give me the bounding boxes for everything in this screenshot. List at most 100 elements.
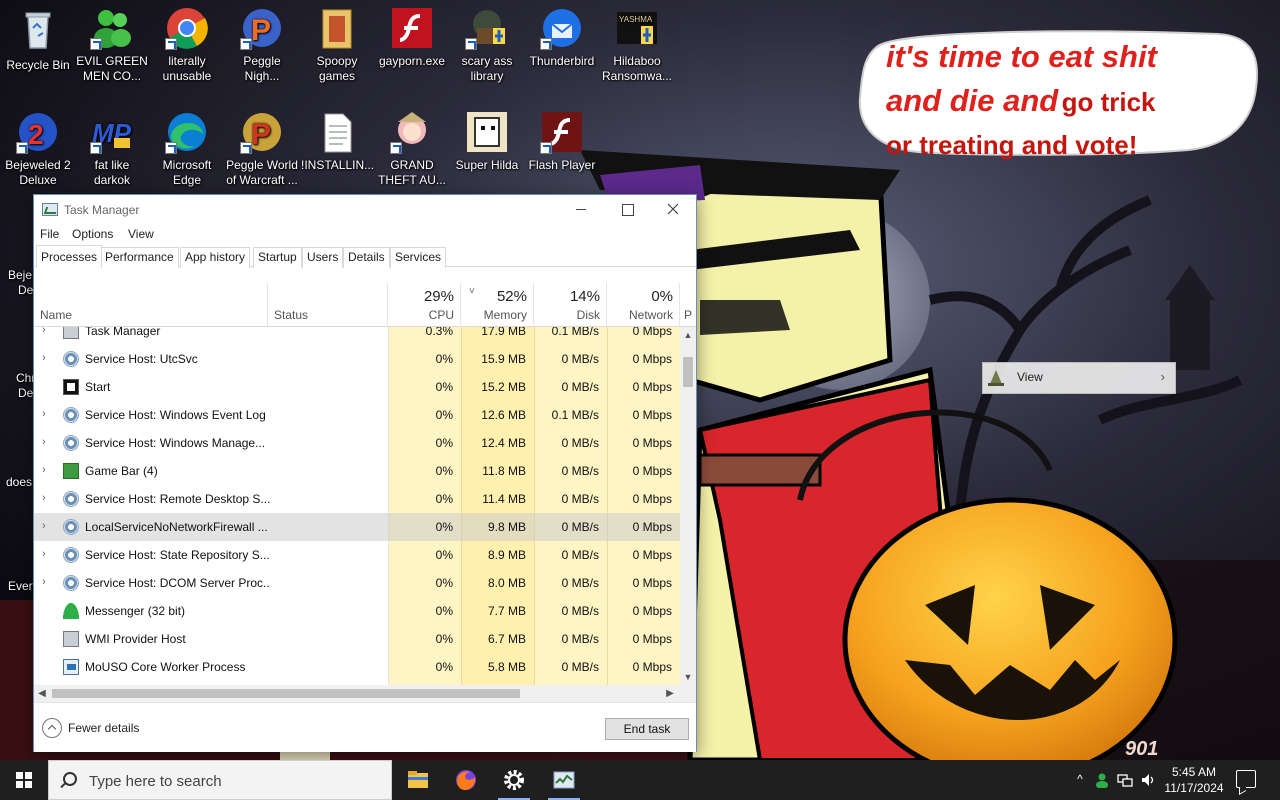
column-name[interactable]: Name bbox=[34, 283, 268, 327]
tab-performance[interactable]: Performance bbox=[100, 247, 179, 268]
table-row[interactable]: MoUSO Core Worker Process 0% 5.8 MB 0 MB/s 0… bbox=[34, 653, 680, 681]
desktop-icon-flash-player[interactable]: Flash Player bbox=[524, 104, 600, 173]
desktop-icon-grand-theft-auto[interactable]: GRAND THEFT AU... bbox=[374, 104, 450, 188]
scroll-up-arrow-icon[interactable]: ▲ bbox=[680, 327, 696, 343]
expand-chevron-icon[interactable]: › bbox=[42, 327, 46, 336]
expand-chevron-icon[interactable]: › bbox=[42, 548, 46, 560]
desktop-icon-gayporn-exe[interactable]: gayporn.exe bbox=[374, 0, 450, 69]
table-row[interactable]: › Service Host: State Repository S... 0% 8.… bbox=[34, 541, 680, 569]
expand-chevron-icon[interactable]: › bbox=[42, 520, 46, 532]
expand-chevron-icon[interactable]: › bbox=[42, 352, 46, 364]
column-status[interactable]: Status bbox=[268, 283, 388, 327]
expand-chevron-icon[interactable]: › bbox=[42, 492, 46, 504]
desktop-icon-scary-ass-library[interactable]: scary ass library bbox=[449, 0, 525, 84]
scroll-left-arrow-icon[interactable]: ◀ bbox=[34, 685, 50, 702]
scroll-right-arrow-icon[interactable]: ▶ bbox=[662, 685, 678, 702]
desktop-icon-peggle-nights[interactable]: P Peggle Nigh... bbox=[224, 0, 300, 84]
table-row[interactable]: › Task Manager 0.3% 17.9 MB 0.1 MB/s 0 Mbps bbox=[34, 327, 680, 345]
column-cpu[interactable]: 29% CPU bbox=[388, 283, 461, 327]
table-row[interactable]: › Service Host: Windows Event Log 0% 12.6 M… bbox=[34, 401, 680, 429]
table-row[interactable]: › Service Host: Remote Desktop S... 0% 11.4… bbox=[34, 485, 680, 513]
menu-bar: File Options View bbox=[34, 223, 696, 245]
desktop-icon-recycle-bin[interactable]: Recycle Bin bbox=[0, 0, 76, 73]
tab-startup[interactable]: Startup bbox=[253, 247, 302, 268]
tab-processes[interactable]: Processes bbox=[36, 245, 103, 268]
messenger-tray-icon[interactable] bbox=[1094, 772, 1110, 788]
bubble-line-3: or treating and vote! bbox=[886, 130, 1138, 160]
end-task-button[interactable]: End task bbox=[605, 718, 689, 740]
horizontal-scroll-thumb[interactable] bbox=[52, 689, 520, 698]
desktop-icon-spoopy-games[interactable]: Spoopy games bbox=[299, 0, 375, 84]
menu-view[interactable]: View bbox=[128, 227, 154, 241]
maximize-button[interactable] bbox=[604, 195, 650, 223]
taskbar-settings[interactable] bbox=[490, 760, 538, 800]
tab-details[interactable]: Details bbox=[343, 247, 390, 268]
process-memory: 12.6 MB bbox=[481, 408, 526, 422]
expand-chevron-icon[interactable]: › bbox=[42, 464, 46, 476]
system-clock[interactable]: 5:45 AM 11/17/2024 bbox=[1160, 764, 1228, 796]
desktop-icon-thunderbird[interactable]: Thunderbird bbox=[524, 0, 600, 69]
vertical-scrollbar[interactable]: ▲ ▼ bbox=[680, 327, 696, 685]
table-row[interactable]: Start 0% 15.2 MB 0 MB/s 0 Mbps bbox=[34, 373, 680, 401]
menu-file[interactable]: File bbox=[40, 227, 59, 241]
network-icon[interactable] bbox=[1117, 772, 1133, 788]
title-bar[interactable]: Task Manager bbox=[34, 195, 696, 223]
table-row[interactable]: › LocalServiceNoNetworkFirewall ... 0% 9.8 … bbox=[34, 513, 680, 541]
table-row[interactable]: WMI Provider Host 0% 6.7 MB 0 MB/s 0 Mbps bbox=[34, 625, 680, 653]
expand-chevron-icon[interactable]: › bbox=[42, 436, 46, 448]
tray-overflow-chevron-icon[interactable]: ^ bbox=[1072, 772, 1088, 788]
tab-services[interactable]: Services bbox=[390, 247, 447, 268]
context-menu-view-item[interactable]: View › bbox=[982, 362, 1176, 394]
minimize-button[interactable] bbox=[558, 195, 604, 223]
desktop-icon-peggle-wow[interactable]: P Peggle World of Warcraft ... bbox=[224, 104, 300, 188]
tab-app-history[interactable]: App history bbox=[180, 247, 251, 268]
scroll-down-arrow-icon[interactable]: ▼ bbox=[680, 669, 696, 685]
mp-icon: MP bbox=[90, 110, 134, 154]
close-button[interactable] bbox=[650, 195, 696, 223]
table-row[interactable]: Messenger (32 bit) 0% 7.7 MB 0 MB/s 0 Mbps bbox=[34, 597, 680, 625]
search-placeholder: Type here to search bbox=[89, 773, 222, 790]
anime-girl-icon bbox=[390, 110, 434, 154]
desktop-icon-evil-green-men[interactable]: EVIL GREEN MEN CO... bbox=[74, 0, 150, 84]
desktop-icon-hildaboo-ransomware[interactable]: YASHMA Hildaboo Ransomwa... bbox=[599, 0, 675, 84]
messenger-people-icon bbox=[90, 6, 134, 50]
taskbar-task-manager[interactable] bbox=[540, 760, 588, 800]
speech-bubble-text: it's time to eat shit and die and go tri… bbox=[886, 38, 1246, 169]
desktop-icon-super-hilda[interactable]: Super Hilda bbox=[449, 104, 525, 173]
column-disk[interactable]: 14% Disk bbox=[534, 283, 607, 327]
menu-options[interactable]: Options bbox=[72, 227, 113, 241]
desktop-icon-bejeweled-2[interactable]: 2 Bejeweled 2 Deluxe bbox=[0, 104, 76, 188]
table-row[interactable]: › Service Host: UtcSvc 0% 15.9 MB 0 MB/s 0 Mb… bbox=[34, 345, 680, 373]
horizontal-scrollbar[interactable]: ◀ ▶ bbox=[34, 685, 696, 702]
taskbar-file-explorer[interactable] bbox=[394, 760, 442, 800]
process-disk: 0 MB/s bbox=[561, 548, 599, 562]
tab-users[interactable]: Users bbox=[302, 247, 344, 268]
notifications-icon[interactable] bbox=[1236, 770, 1256, 788]
desktop-icon-microsoft-edge[interactable]: Microsoft Edge bbox=[149, 104, 225, 188]
table-row[interactable]: › Service Host: Windows Manage... 0% 12.4 M… bbox=[34, 429, 680, 457]
bubble-line-2b: go trick bbox=[1061, 87, 1156, 117]
game-bar-icon bbox=[63, 463, 79, 479]
taskbar-search-box[interactable]: Type here to search bbox=[48, 760, 392, 800]
shortcut-arrow-icon bbox=[165, 38, 177, 50]
table-row[interactable]: › Game Bar (4) 0% 11.8 MB 0 MB/s 0 Mbps bbox=[34, 457, 680, 485]
start-button[interactable] bbox=[0, 760, 48, 800]
desktop-icon-chrome[interactable]: literally unusable bbox=[149, 0, 225, 84]
taskbar-firefox[interactable] bbox=[442, 760, 490, 800]
shortcut-arrow-icon bbox=[90, 38, 102, 50]
column-power[interactable]: P bbox=[680, 283, 696, 327]
context-menu-label: View bbox=[1017, 370, 1043, 384]
task-manager-window[interactable]: Task Manager File Options View Processes… bbox=[33, 194, 697, 752]
shortcut-arrow-icon bbox=[540, 38, 552, 50]
vertical-scroll-thumb[interactable] bbox=[683, 357, 693, 387]
chevron-up-icon bbox=[42, 718, 62, 738]
desktop-icon-installing[interactable]: !INSTALLIN... bbox=[299, 104, 375, 173]
process-memory: 7.7 MB bbox=[487, 604, 526, 618]
volume-icon[interactable] bbox=[1140, 772, 1156, 788]
expand-chevron-icon[interactable]: › bbox=[42, 408, 46, 420]
desktop-icon-fat-like-darkok[interactable]: MP fat like darkok bbox=[74, 104, 150, 188]
expand-chevron-icon[interactable]: › bbox=[42, 576, 46, 588]
column-network[interactable]: 0% Network bbox=[607, 283, 680, 327]
column-memory[interactable]: ˅ 52% Memory bbox=[461, 283, 534, 327]
table-row[interactable]: › Service Host: DCOM Server Proc... 0% 8.0 … bbox=[34, 569, 680, 597]
